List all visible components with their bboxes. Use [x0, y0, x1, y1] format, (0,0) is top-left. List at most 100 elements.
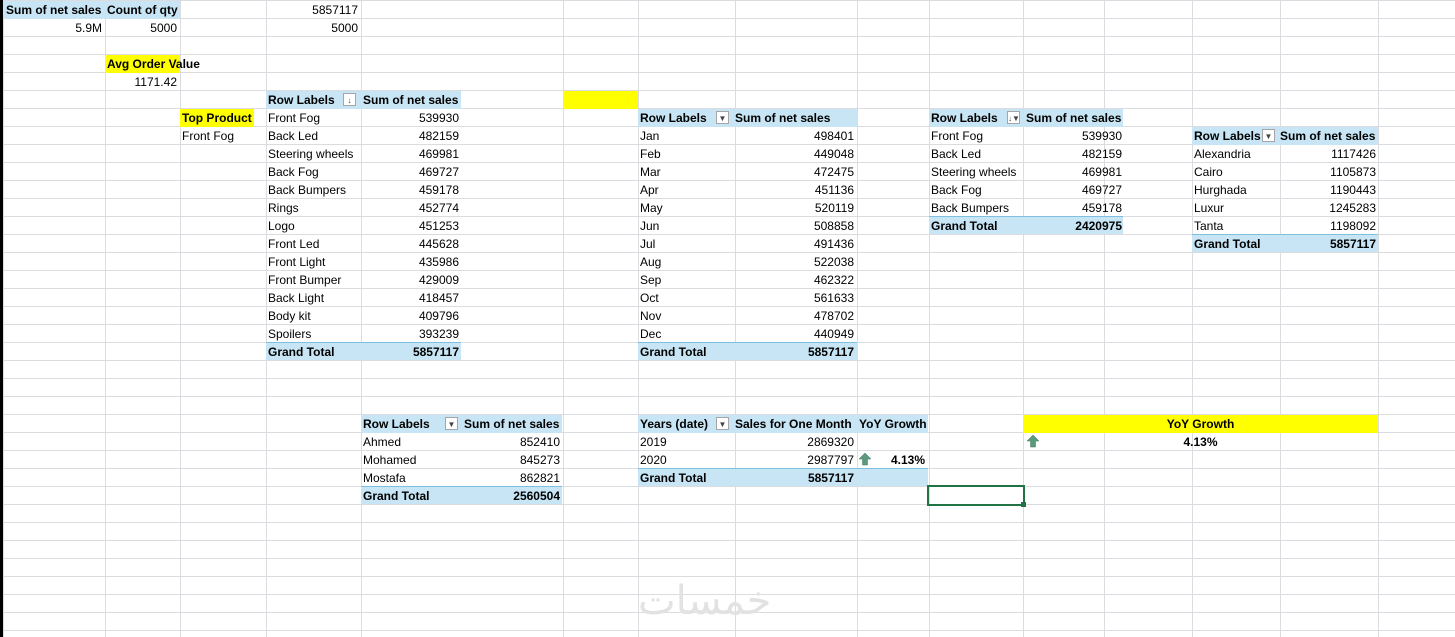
pivot-grand-total-label: Grand Total [268, 345, 335, 359]
filter-dropdown-icon[interactable]: ▼ [1262, 129, 1275, 142]
grid-col-line [929, 0, 930, 637]
pivot-row-value[interactable]: 508858 [735, 217, 854, 235]
pivot-row-value[interactable]: 451253 [362, 217, 459, 235]
pivot-row-labels-header: Row Labels [363, 417, 430, 431]
pivot-row-value[interactable]: 482159 [1026, 145, 1122, 163]
pivot-row-value[interactable]: 449048 [735, 145, 854, 163]
top-product-label: Top Product [182, 111, 252, 125]
pivot-row-value[interactable]: 845273 [464, 451, 560, 469]
yoy-card-value[interactable]: 4.13% [1023, 433, 1378, 451]
aov-label: Avg Order Value [107, 57, 200, 71]
pivot-row-value[interactable]: 1190443 [1280, 181, 1376, 199]
grid-row-line [0, 36, 1455, 37]
pivot-row-value[interactable]: 520119 [735, 199, 854, 217]
grid-row-line [0, 396, 1455, 397]
pivot-row-value[interactable]: 478702 [735, 307, 854, 325]
pivot-row-value[interactable]: 522038 [735, 253, 854, 271]
pivot-grand-total-value[interactable]: 2420975 [1026, 217, 1122, 235]
pivot-row-value[interactable]: 472475 [735, 163, 854, 181]
pivot-row-value[interactable]: 2869320 [735, 433, 854, 451]
filter-dropdown-icon[interactable]: ▼ [716, 417, 729, 430]
pivot-row-value[interactable]: 1245283 [1280, 199, 1376, 217]
pivot-row-value[interactable]: 1117426 [1280, 145, 1376, 163]
pivot-row-value[interactable]: 409796 [362, 307, 459, 325]
pivot-row-value[interactable]: 435986 [362, 253, 459, 271]
pivot-row-value[interactable]: 498401 [735, 127, 854, 145]
summary-sum-value[interactable]: 5.9M [3, 19, 102, 37]
raw-count-value[interactable]: 5000 [265, 19, 358, 37]
summary-count-value[interactable]: 5000 [105, 19, 177, 37]
pivot-row-label: Luxur [1194, 201, 1225, 215]
pivot-row-value[interactable]: 469981 [1026, 163, 1122, 181]
sort-descending-icon[interactable]: ↓ [343, 93, 356, 106]
pivot-row-labels-header: Row Labels [1194, 129, 1261, 143]
pivot-row-value[interactable]: 452774 [362, 199, 459, 217]
aov-value[interactable]: 1171.42 [105, 73, 178, 91]
pivot-row-value[interactable]: 852410 [464, 433, 560, 451]
pivot-row-label: Back Light [268, 291, 325, 305]
pivot-row-value[interactable]: 469727 [362, 163, 459, 181]
pivot-row-value[interactable]: 491436 [735, 235, 854, 253]
pivot-row-value[interactable]: 418457 [362, 289, 459, 307]
pivot-grand-total-value[interactable]: 5857117 [1280, 235, 1376, 253]
pivot-row-value[interactable]: 862821 [464, 469, 560, 487]
pivot-row-value[interactable]: 459178 [1026, 199, 1122, 217]
selected-cell[interactable] [927, 485, 1025, 506]
summary-sum-header: Sum of net sales [6, 3, 102, 17]
grid-row-line [0, 90, 1455, 91]
pivot-row-value[interactable]: 1105873 [1280, 163, 1376, 181]
pivot-value-header: Sum of net sales [363, 93, 459, 107]
pivot-row-label: Tanta [1194, 219, 1224, 233]
pivot-row-label: Aug [640, 255, 662, 269]
pivot-row-label: Front Bumper [268, 273, 342, 287]
pivot-row-label: Ahmed [363, 435, 402, 449]
pivot-value-header: Sales for One Month [735, 417, 852, 431]
pivot-row-value[interactable]: 459178 [362, 181, 459, 199]
pivot-row-labels-header: Row Labels [931, 111, 998, 125]
pivot-row-label: Nov [640, 309, 662, 323]
grid-row-line [0, 306, 1455, 307]
pivot-grand-total-value[interactable]: 2560504 [464, 487, 560, 505]
pivot-row-value[interactable]: 1198092 [1280, 217, 1376, 235]
pivot-row-value[interactable]: 539930 [1026, 127, 1122, 145]
pivot-row-value[interactable]: 445628 [362, 235, 459, 253]
pivot-row-value[interactable]: 561633 [735, 289, 854, 307]
grid-row-line [0, 558, 1455, 559]
pivot-row-labels-header: Row Labels [268, 93, 335, 107]
empty-yellow-cell[interactable] [563, 91, 638, 109]
pivot-row-value[interactable]: 482159 [362, 127, 459, 145]
pivot-row-growth[interactable] [859, 433, 925, 451]
grid-row-line [0, 630, 1455, 631]
pivot-row-value[interactable]: 429009 [362, 271, 459, 289]
filter-dropdown-icon[interactable]: ▼ [716, 111, 729, 124]
filter-icon[interactable]: ▼ [445, 417, 458, 430]
pivot-row-label: Dec [640, 327, 662, 341]
pivot-value-header: Sum of net sales [464, 417, 560, 431]
pivot-grand-total-value[interactable]: 5857117 [735, 343, 854, 361]
grid-col-line [180, 0, 181, 637]
pivot-row-value[interactable]: 469727 [1026, 181, 1122, 199]
pivot-row-value[interactable]: 462322 [735, 271, 854, 289]
pivot-row-value[interactable]: 440949 [735, 325, 854, 343]
pivot-row-label: Sep [640, 273, 662, 287]
pivot-row-value[interactable]: 469981 [362, 145, 459, 163]
grid-row-line [0, 576, 1455, 577]
pivot-grand-total-value[interactable]: 5857117 [735, 469, 854, 487]
top-product-value[interactable]: Front Fog [182, 127, 234, 145]
pivot-row-label: Back Bumpers [268, 183, 347, 197]
pivot-row-value[interactable]: 451136 [735, 181, 854, 199]
pivot-row-label: Oct [640, 291, 659, 305]
raw-sum-value[interactable]: 5857117 [265, 1, 358, 19]
pivot-row-label: Alexandria [1194, 147, 1251, 161]
yoy-card-title: YoY Growth [1166, 417, 1235, 431]
pivot-row-value[interactable]: 2987797 [735, 451, 854, 469]
grid-row-line [0, 360, 1455, 361]
fill-handle[interactable] [1021, 502, 1026, 507]
sort-filter-icon[interactable]: ↓▼ [1007, 111, 1020, 124]
pivot-row-value[interactable]: 539930 [362, 109, 459, 127]
pivot-row-label: Front Fog [268, 111, 321, 125]
pivot-growth-header: YoY Growth [859, 417, 927, 431]
pivot-row-label: Steering wheels [931, 165, 1017, 179]
pivot-row-value[interactable]: 393239 [362, 325, 459, 343]
pivot-grand-total-value[interactable]: 5857117 [362, 343, 459, 361]
